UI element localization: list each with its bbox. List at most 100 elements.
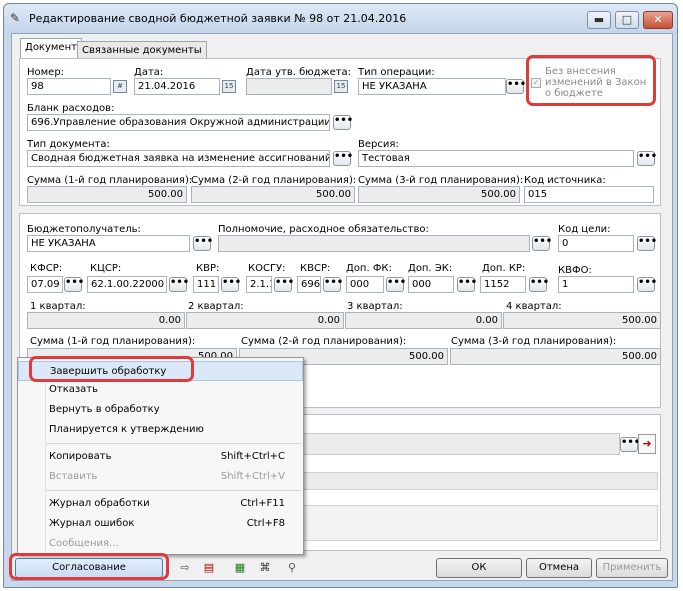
versiya-select-button[interactable]: ••• [637,151,657,166]
kvr-label: КВР: [196,263,220,274]
tip-oper-field[interactable]: НЕ УКАЗАНА [358,78,506,95]
kvsr-label: КВСР: [300,263,331,274]
data-utv-label: Дата утв. бюджета: [246,67,352,78]
dop-kr-label: Доп. КР: [482,263,526,274]
menu-item-label: Сообщения... [49,538,119,549]
apply-button[interactable]: Применить [596,558,668,578]
q2-field[interactable]: 0.00 [186,312,344,329]
tip-oper-select-button[interactable]: ••• [506,79,526,94]
tip-doc-label: Тип документа: [27,139,110,150]
q1-field[interactable]: 0.00 [27,312,185,329]
q4-field[interactable]: 500.00 [503,312,661,329]
summa3-field[interactable]: 500.00 [358,186,520,203]
q3-label: 3 квартал: [347,301,403,312]
q3-field[interactable]: 0.00 [345,312,502,329]
search-icon[interactable]: ⚲ [284,560,300,576]
menu-item-journal-proc[interactable]: Журнал обработки Ctrl+F11 [18,494,303,514]
data-label: Дата: [134,67,164,78]
kosgu-select-button[interactable]: ••• [274,277,294,292]
kod-celi-select-button[interactable]: ••• [637,236,657,251]
menu-item-reject[interactable]: Отказать [18,380,303,400]
excel-icon[interactable]: ▦ [232,560,248,576]
dop-fk-label: Доп. ФК: [346,263,392,274]
dop-ek-field[interactable]: 000 [408,276,454,293]
tip-doc-select-button[interactable]: ••• [333,151,353,166]
app-icon: ✎ [10,11,21,25]
kvfo-field[interactable]: 1 [558,276,634,293]
dop-ek-select-button[interactable]: ••• [457,277,477,292]
kosgu-field[interactable]: 2.1.1 [246,276,272,293]
calendar-icon[interactable]: 15 [334,80,348,93]
kcsr-field[interactable]: 62.1.00.22000 [87,276,167,293]
kvr-field[interactable]: 111 [193,276,219,293]
highlight-frame [29,356,194,382]
s2-label: Сумма (2-й год планирования): [241,336,407,347]
tip-doc-field[interactable]: Сводная бюджетная заявка на изменение ас… [27,150,330,167]
hash-icon[interactable]: # [113,80,127,93]
window-title: Редактирование сводной бюджетной заявки … [29,12,407,25]
calendar-icon[interactable]: 15 [222,80,236,93]
kvfo-label: КВФО: [558,265,592,276]
kvsr-field[interactable]: 696 [297,276,321,293]
kod-celi-field[interactable]: 0 [558,235,634,252]
dop-kr-field[interactable]: 1152 [480,276,526,293]
kcsr-label: КЦСР: [90,263,122,274]
summa1-field[interactable]: 500.00 [27,186,187,203]
polnomochie-select-button[interactable]: ••• [532,236,552,251]
menu-shortcut: Shift+Ctrl+C [220,451,285,462]
dop-kr-select-button[interactable]: ••• [529,277,549,292]
cancel-button[interactable]: Отмена [526,558,592,578]
nomer-field[interactable]: 98 [27,78,111,95]
versiya-field[interactable]: Тестовая [358,150,634,167]
menu-item-paste[interactable]: Вставить Shift+Ctrl+V [18,467,303,487]
tab-document[interactable]: Документ [20,38,82,59]
kod-ist-label: Код источника: [524,175,606,186]
kvfo-select-button[interactable]: ••• [637,277,657,292]
s3-field[interactable]: 500.00 [450,348,661,365]
ok-button[interactable]: ОК [436,558,522,578]
kfsr-select-button[interactable]: ••• [64,277,84,292]
kod-celi-label: Код цели: [558,224,611,235]
menu-item-planned[interactable]: Планируется к утверждению [18,420,303,440]
q2-label: 2 квартал: [188,301,244,312]
s3-label: Сумма (3-й год планирования): [451,336,617,347]
menu-item-journal-err[interactable]: Журнал ошибок Ctrl+F8 [18,514,303,534]
maximize-button[interactable]: □ [615,11,639,29]
blank-field[interactable]: 696.Управление образования Окружной адми… [27,114,330,131]
poluchatel-select-button[interactable]: ••• [193,236,213,251]
tab-linked-documents[interactable]: Связанные документы [77,41,207,58]
menu-item-label: Копировать [49,451,112,462]
data-utv-field[interactable] [246,78,332,95]
summa1-label: Сумма (1-й год планирования): [27,175,193,186]
dop-fk-select-button[interactable]: ••• [386,277,406,292]
pdf-doc-icon[interactable]: ▤ [201,560,217,576]
kvsr-select-button[interactable]: ••• [323,277,343,292]
menu-item-messages[interactable]: Сообщения... [18,534,303,554]
blank-label: Бланк расходов: [27,103,115,114]
poluchatel-label: Бюджетополучатель: [27,224,141,235]
polnomochie-field[interactable] [218,235,530,252]
summa2-field[interactable]: 500.00 [191,186,355,203]
close-button[interactable]: ✕ [643,11,673,29]
menu-separator [46,490,301,491]
kod-ist-field[interactable]: 015 [524,186,654,203]
menu-item-copy[interactable]: Копировать Shift+Ctrl+C [18,447,303,467]
menu-shortcut: Ctrl+F11 [240,498,285,509]
menu-item-return[interactable]: Вернуть в обработку [18,400,303,420]
dop-fk-field[interactable]: 000 [346,276,384,293]
blank-select-button[interactable]: ••• [333,115,353,130]
kvr-select-button[interactable]: ••• [221,277,241,292]
lower-select-button[interactable]: ••• [620,437,640,452]
send-icon[interactable]: ⇨ [177,560,193,576]
menu-shortcut: Shift+Ctrl+V [220,471,285,482]
attach-icon[interactable]: ⌘ [257,560,273,576]
kosgu-label: КОСГУ: [248,263,286,274]
kfsr-field[interactable]: 07.09 [27,276,63,293]
poluchatel-field[interactable]: НЕ УКАЗАНА [27,235,190,252]
data-field[interactable]: 21.04.2016 [134,78,220,95]
menu-item-label: Журнал ошибок [49,518,135,529]
minimize-button[interactable]: ▬ [587,11,611,29]
menu-separator [46,443,301,444]
kcsr-select-button[interactable]: ••• [169,277,189,292]
delete-doc-icon[interactable]: ➜ [638,434,656,454]
